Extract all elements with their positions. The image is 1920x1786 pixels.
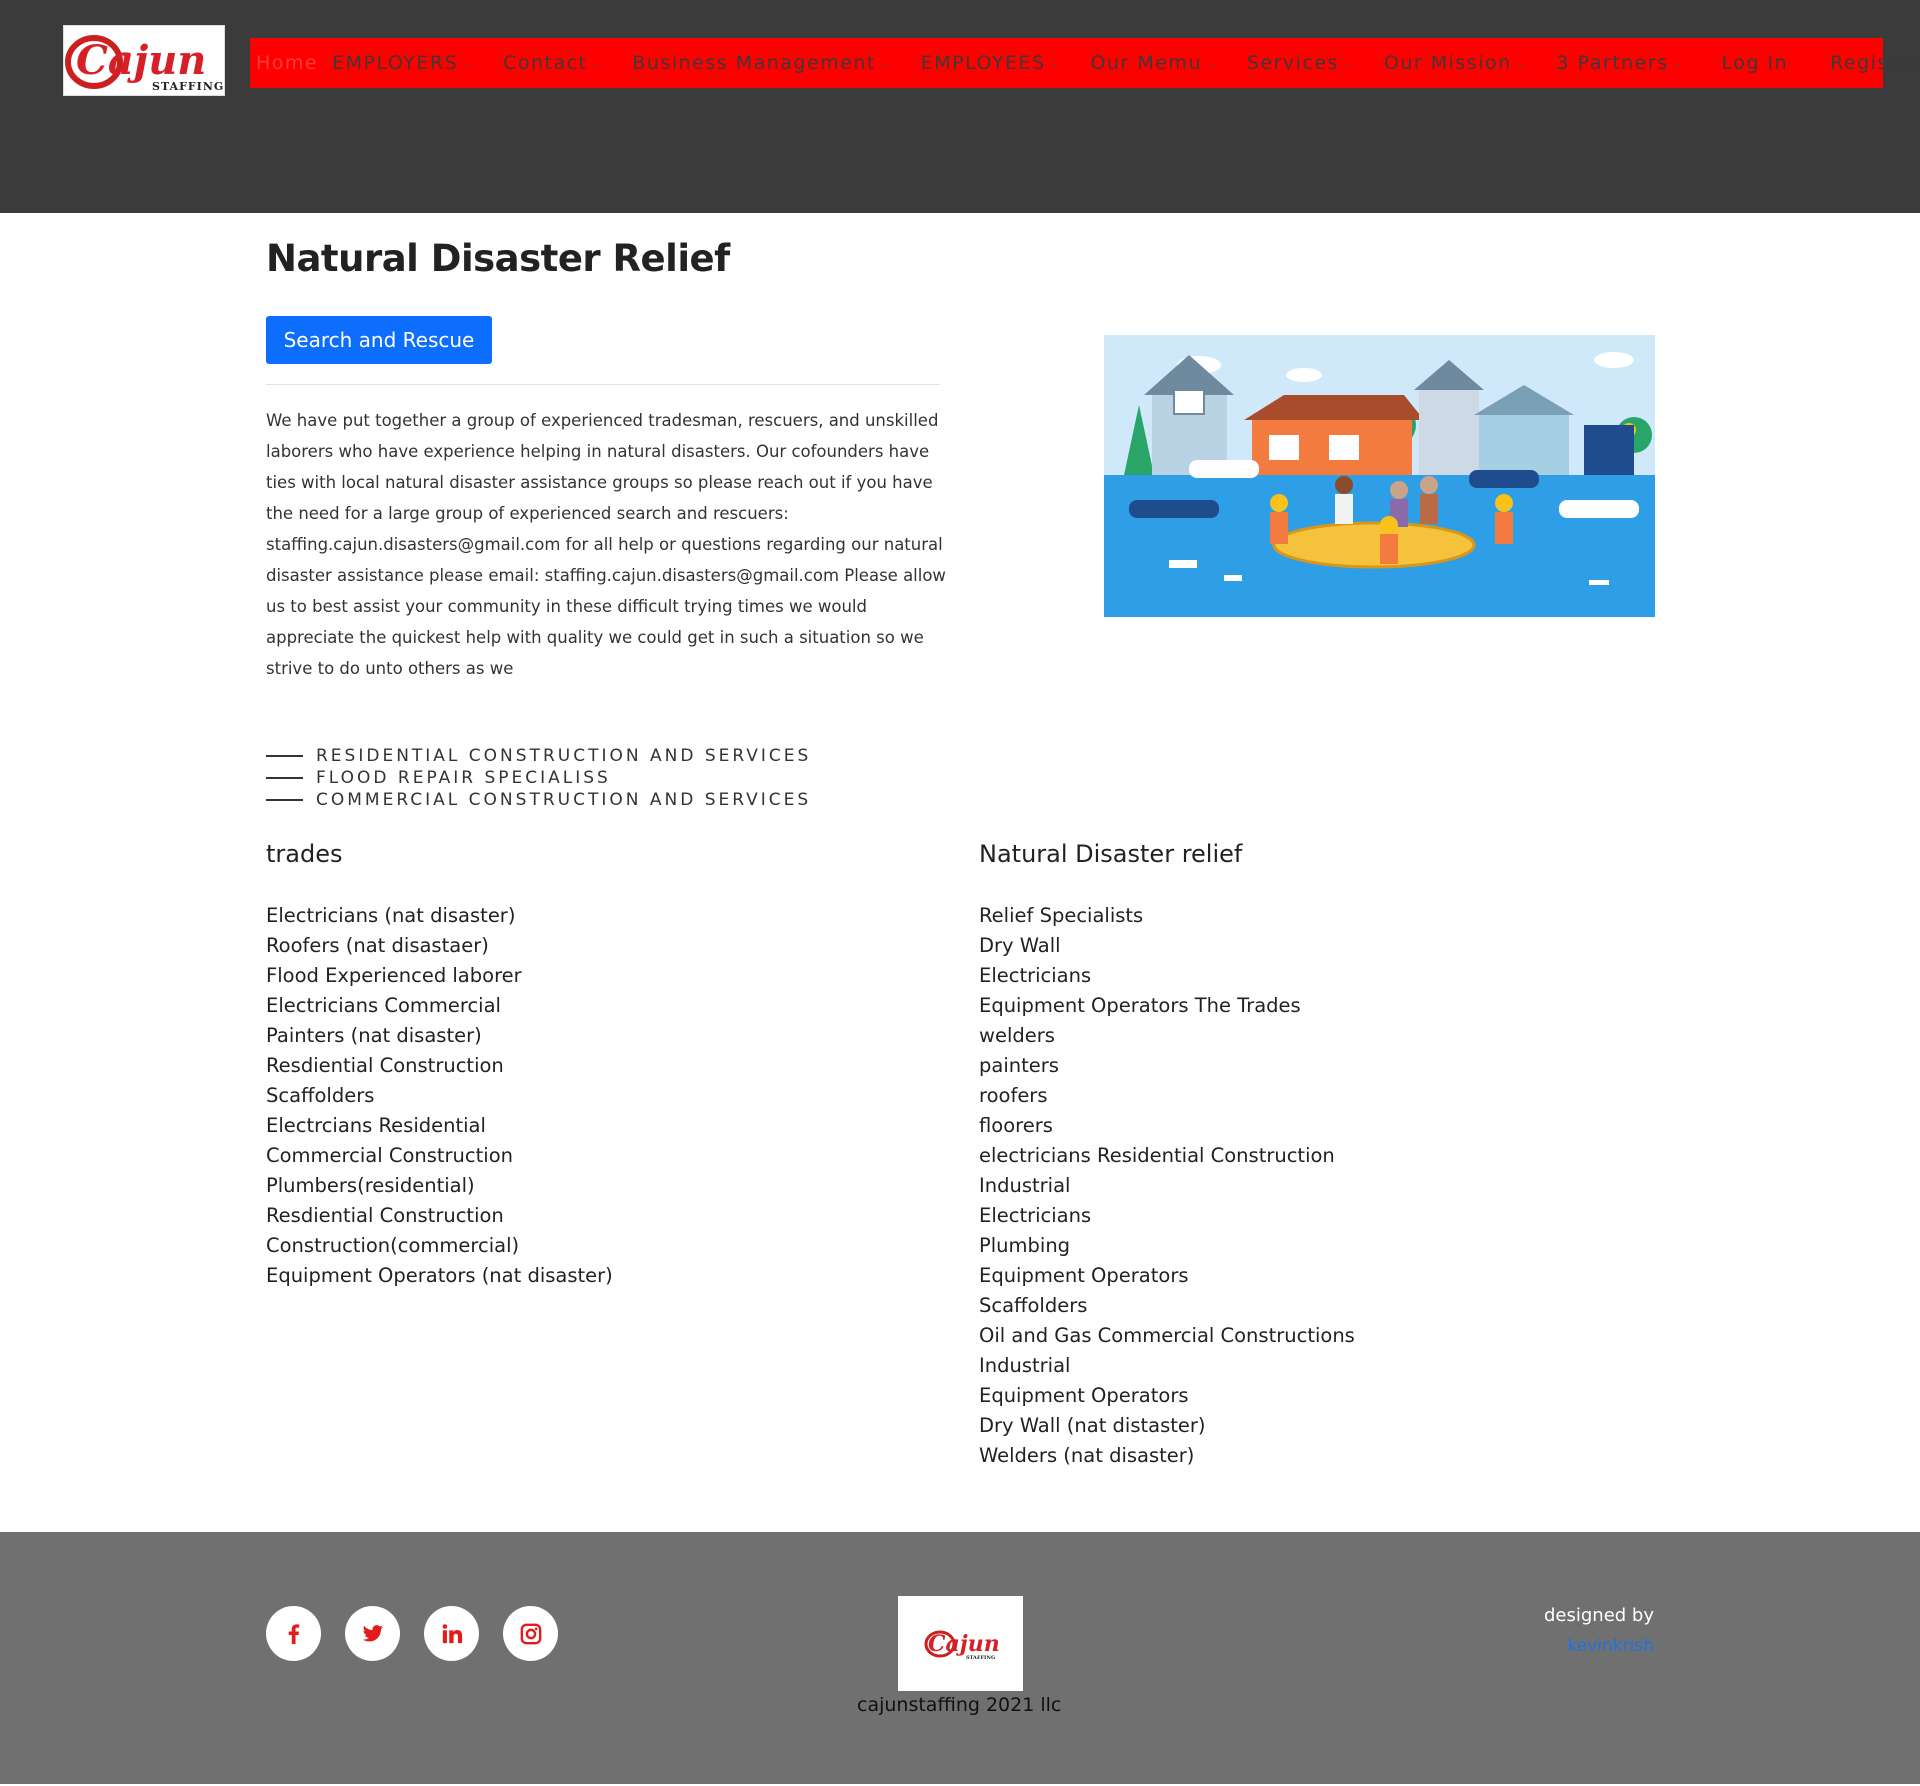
list-item: Dry Wall bbox=[979, 934, 1061, 957]
instagram-icon bbox=[520, 1623, 541, 1644]
feature-item: RESIDENTIAL CONSTRUCTION AND SERVICES bbox=[266, 745, 811, 767]
svg-text:Cajun: Cajun bbox=[76, 37, 206, 84]
chevron-down-icon: ⌄ bbox=[1673, 57, 1684, 69]
nav-business-management[interactable]: Business Management ⌄ bbox=[632, 52, 890, 74]
trades-heading: trades bbox=[266, 840, 343, 868]
list-item: welders bbox=[979, 1024, 1055, 1047]
relief-heading: Natural Disaster relief bbox=[979, 840, 1243, 868]
feature-list: RESIDENTIAL CONSTRUCTION AND SERVICES FL… bbox=[266, 745, 811, 811]
search-and-rescue-button[interactable]: Search and Rescue bbox=[266, 316, 492, 364]
chevron-down-icon: ⌄ bbox=[1344, 57, 1354, 69]
chevron-down-icon: ⌄ bbox=[1050, 57, 1061, 69]
svg-text:Cajun: Cajun bbox=[928, 1631, 1000, 1657]
list-item: painters bbox=[979, 1054, 1059, 1077]
flood-rescue-illustration bbox=[1104, 335, 1655, 617]
list-item: Dry Wall (nat distaster) bbox=[979, 1414, 1206, 1437]
dash-divider bbox=[266, 755, 303, 757]
nav-our-mission[interactable]: Our Mission ⌄ bbox=[1384, 52, 1527, 74]
twitter-icon bbox=[362, 1624, 383, 1641]
list-item: Commercial Construction bbox=[266, 1144, 513, 1167]
chevron-down-icon: ⌄ bbox=[592, 57, 603, 69]
feature-item: FLOOD REPAIR SPECIALISS bbox=[266, 767, 811, 789]
site-logo[interactable]: Cajun STAFFING bbox=[63, 25, 225, 96]
nav-services[interactable]: Services ⌄ bbox=[1247, 52, 1354, 74]
nav-employers[interactable]: EMPLOYERS ⌄ bbox=[332, 52, 473, 74]
list-item: Resdiential Construction bbox=[266, 1204, 504, 1227]
list-item: Relief Specialists bbox=[979, 904, 1144, 927]
twitter-link[interactable] bbox=[345, 1606, 400, 1661]
nav-our-memu[interactable]: Our Memu ⌄ bbox=[1091, 52, 1217, 74]
site-header bbox=[0, 0, 1920, 213]
list-item: Electricians Commercial bbox=[266, 994, 501, 1017]
list-item: Electrcians Residential bbox=[266, 1114, 486, 1137]
cajun-logo-icon: Cajun STAFFING bbox=[65, 35, 224, 93]
trades-list: Electricians (nat disaster) Roofers (nat… bbox=[266, 901, 613, 1291]
list-item: Industrial bbox=[979, 1354, 1071, 1377]
svg-text:STAFFING: STAFFING bbox=[966, 1655, 995, 1661]
instagram-link[interactable] bbox=[503, 1606, 558, 1661]
nav-log-in[interactable]: Log In bbox=[1722, 52, 1789, 74]
chevron-down-icon: ⌄ bbox=[880, 57, 891, 69]
feature-item: COMMERCIAL CONSTRUCTION AND SERVICES bbox=[266, 789, 811, 811]
nav-employees[interactable]: EMPLOYEES ⌄ bbox=[921, 52, 1061, 74]
list-item: Plumbers(residential) bbox=[266, 1174, 475, 1197]
list-item: Painters (nat disaster) bbox=[266, 1024, 482, 1047]
designed-by-label: designed by bbox=[1543, 1605, 1654, 1626]
page-title: Natural Disaster Relief bbox=[266, 237, 730, 280]
list-item: Welders (nat disaster) bbox=[979, 1444, 1195, 1467]
list-item: Scaffolders bbox=[979, 1294, 1088, 1317]
copyright-text: cajunstaffing 2021 llc bbox=[857, 1694, 1062, 1716]
svg-text:STAFFING: STAFFING bbox=[152, 80, 224, 93]
nav-register[interactable]: Register bbox=[1830, 52, 1920, 74]
nav-contact[interactable]: Contact ⌄ bbox=[503, 52, 602, 74]
chevron-down-icon: ⌄ bbox=[1516, 57, 1527, 69]
list-item: Industrial bbox=[979, 1174, 1071, 1197]
facebook-icon bbox=[288, 1623, 299, 1644]
section-divider bbox=[266, 384, 940, 385]
dash-divider bbox=[266, 799, 303, 801]
list-item: Electricians (nat disaster) bbox=[266, 904, 516, 927]
linkedin-icon bbox=[442, 1623, 462, 1643]
list-item: Electricians bbox=[979, 964, 1092, 987]
list-item: Construction(commercial) bbox=[266, 1234, 520, 1257]
cajun-logo-icon: Cajun STAFFING bbox=[924, 1630, 1000, 1661]
list-item: Flood Experienced laborer bbox=[266, 964, 522, 987]
list-item: Oil and Gas Commercial Constructions bbox=[979, 1324, 1355, 1347]
linkedin-link[interactable] bbox=[424, 1606, 479, 1661]
chevron-down-icon: ⌄ bbox=[1206, 57, 1217, 69]
main-nav: Home EMPLOYERS ⌄ Contact ⌄ Business Manage… bbox=[250, 38, 1919, 88]
list-item: electricians Residential Construction bbox=[979, 1144, 1335, 1167]
nav-3-partners[interactable]: 3 Partners ⌄ bbox=[1557, 52, 1684, 74]
footer-logo[interactable]: Cajun STAFFING bbox=[898, 1596, 1023, 1691]
list-item: roofers bbox=[979, 1084, 1048, 1107]
list-item: Equipment Operators bbox=[979, 1384, 1189, 1407]
list-item: floorers bbox=[979, 1114, 1053, 1137]
list-item: Scaffolders bbox=[266, 1084, 375, 1107]
dash-divider bbox=[266, 777, 303, 779]
list-item: Equipment Operators (nat disaster) bbox=[266, 1264, 613, 1287]
list-item: Plumbing bbox=[979, 1234, 1071, 1257]
designer-link[interactable]: kevinkrish bbox=[1568, 1636, 1654, 1656]
chevron-down-icon: ⌄ bbox=[463, 57, 474, 69]
nav-home[interactable]: Home bbox=[256, 52, 318, 74]
facebook-link[interactable] bbox=[266, 1606, 321, 1661]
list-item: Electricians bbox=[979, 1204, 1092, 1227]
list-item: Resdiential Construction bbox=[266, 1054, 504, 1077]
list-item: Roofers (nat disastaer) bbox=[266, 934, 489, 957]
list-item: Equipment Operators The Trades bbox=[979, 994, 1301, 1017]
relief-list: Relief Specialists Dry Wall Electricians… bbox=[979, 901, 1355, 1471]
list-item: Equipment Operators bbox=[979, 1264, 1189, 1287]
intro-paragraph: We have put together a group of experien… bbox=[266, 411, 946, 678]
